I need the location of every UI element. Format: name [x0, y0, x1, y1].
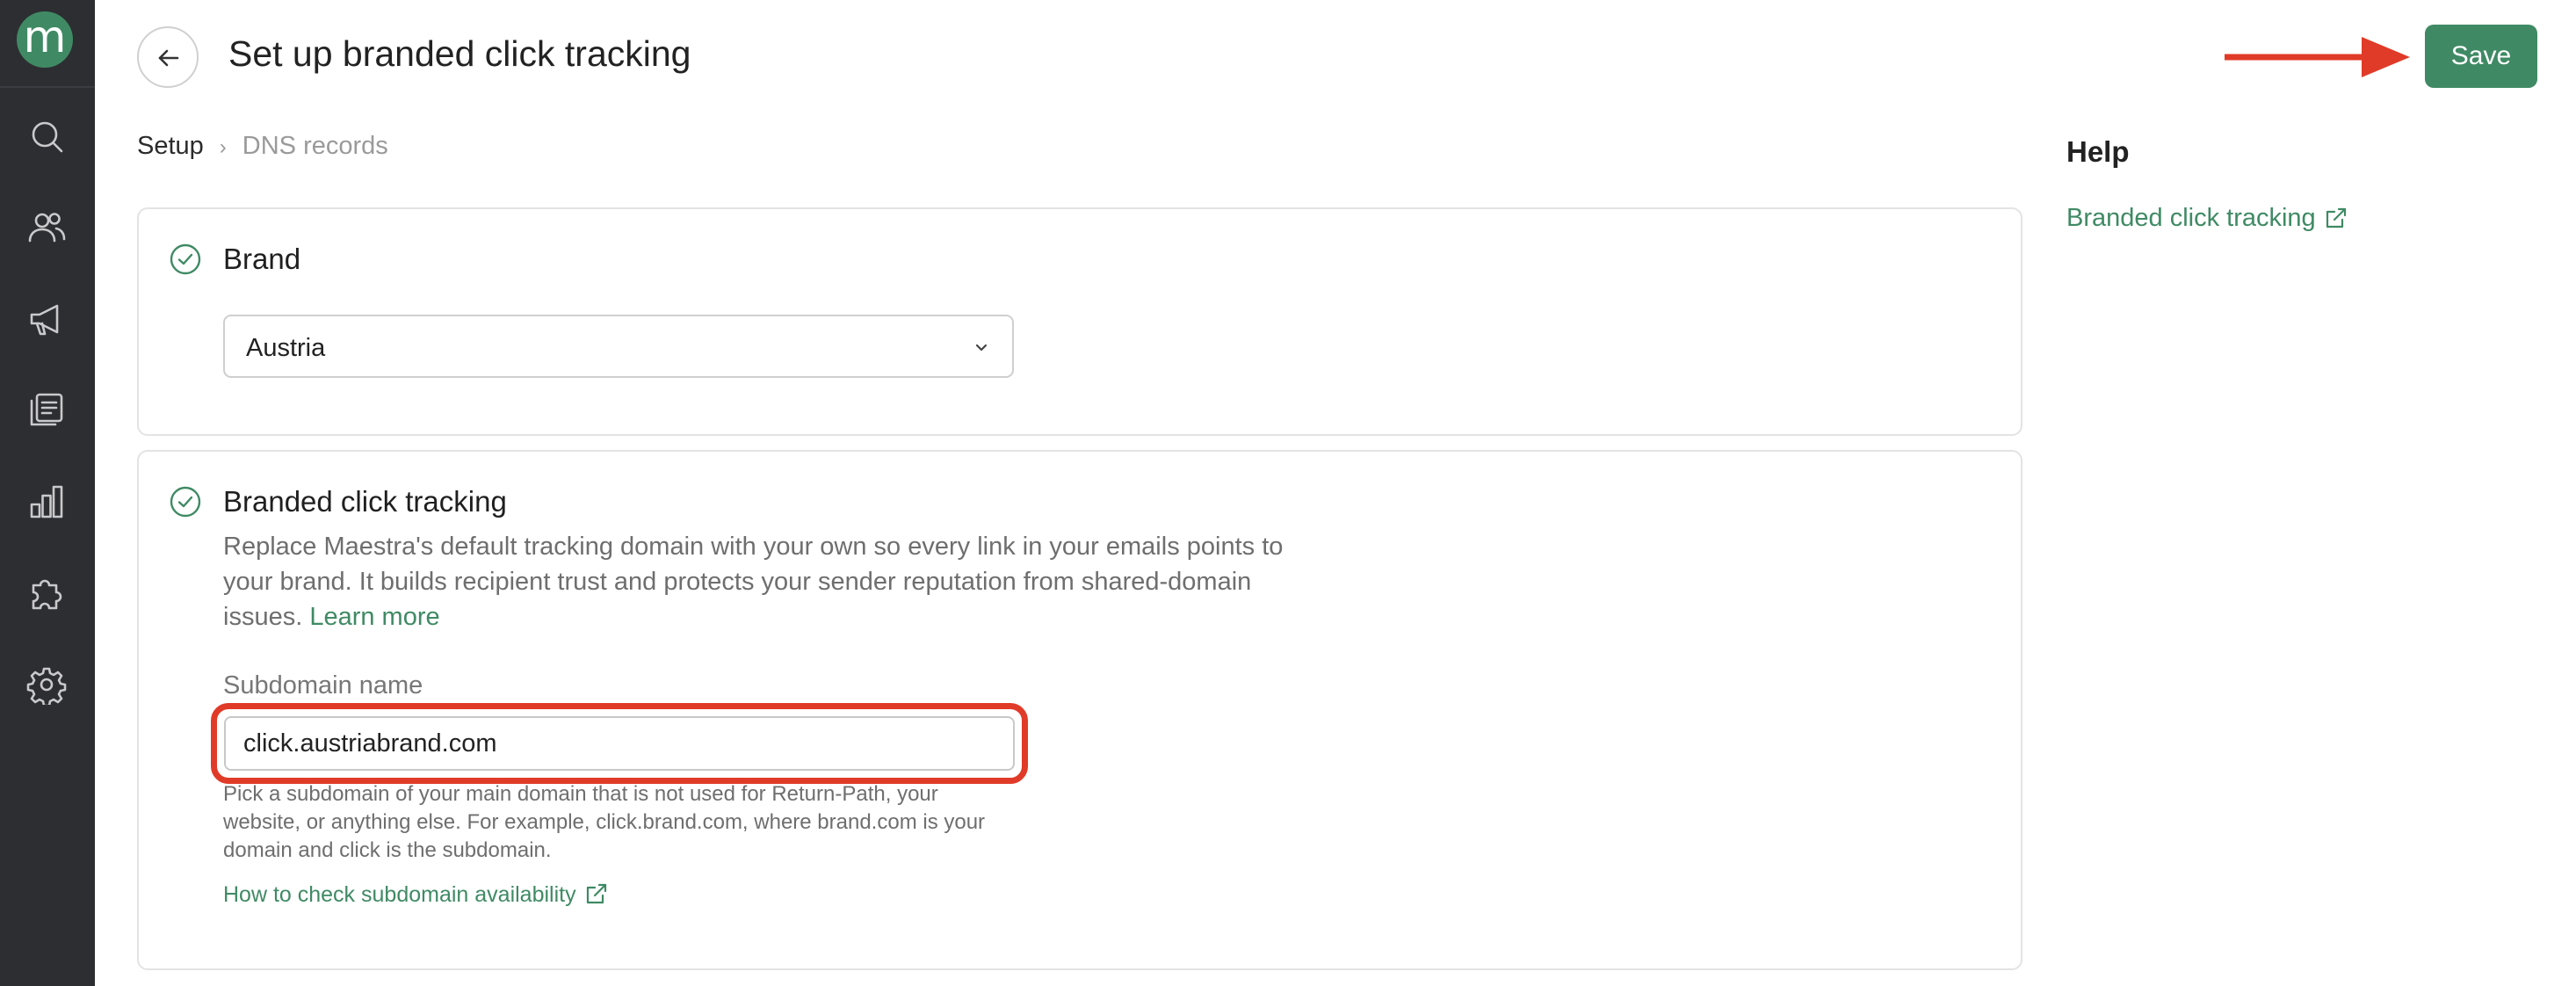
nav-users[interactable]: [26, 207, 67, 248]
nav-settings[interactable]: [26, 664, 67, 705]
tracking-description: Replace Maestra's default tracking domai…: [223, 533, 1284, 631]
arrow-left-icon: [158, 49, 179, 67]
brand-card: Brand Austria: [137, 207, 2022, 436]
check-circle-icon: [169, 485, 202, 518]
sidebar: m: [0, 0, 95, 986]
check-subdomain-link[interactable]: How to check subdomain availability: [223, 881, 610, 908]
chevron-down-icon: [975, 344, 988, 352]
external-link-icon: [2326, 207, 2346, 228]
brand-select[interactable]: Austria: [223, 315, 1014, 378]
back-button[interactable]: [137, 26, 199, 88]
help-title: Help: [2066, 135, 2130, 168]
analytics-icon: [30, 485, 63, 518]
breadcrumb-separator: ›: [219, 135, 227, 159]
app-logo[interactable]: m: [17, 11, 73, 68]
breadcrumb-dns-records[interactable]: DNS records: [242, 132, 388, 160]
save-button[interactable]: Save: [2425, 25, 2537, 88]
check-circle-icon: [169, 243, 202, 276]
integrations-icon: [32, 579, 62, 610]
sidebar-divider: [0, 86, 95, 88]
external-link-icon: [586, 883, 606, 904]
megaphone-icon: [30, 304, 59, 336]
settings-icon: [26, 667, 67, 705]
nav-search[interactable]: [26, 116, 67, 156]
brand-title: Brand: [223, 243, 301, 275]
learn-more-link[interactable]: Learn more: [309, 603, 439, 631]
tracking-title: Branded click tracking: [223, 485, 507, 518]
highlight-box: [211, 703, 1028, 784]
subdomain-hint: Pick a subdomain of your main domain tha…: [223, 782, 986, 862]
subdomain-input[interactable]: [224, 716, 1015, 771]
breadcrumb: Setup › DNS records: [137, 132, 388, 161]
brand-select-value: Austria: [246, 334, 326, 362]
nav-content[interactable]: [26, 390, 67, 431]
content-icon: [30, 393, 63, 426]
branded-click-tracking-card: Branded click tracking Replace Maestra's…: [137, 450, 2022, 970]
users-icon: [28, 213, 66, 243]
subdomain-label: Subdomain name: [223, 671, 423, 700]
annotation-arrow-icon: [2225, 37, 2410, 77]
nav-analytics[interactable]: [26, 482, 67, 522]
check-subdomain-link-text: How to check subdomain availability: [223, 882, 576, 907]
search-icon: [32, 121, 63, 153]
breadcrumb-setup[interactable]: Setup: [137, 132, 204, 160]
help-link-branded-click-tracking[interactable]: Branded click tracking: [2066, 204, 2349, 233]
nav-campaigns[interactable]: [26, 299, 67, 339]
nav-integrations[interactable]: [26, 573, 67, 613]
help-link-text: Branded click tracking: [2066, 204, 2316, 232]
page-title: Set up branded click tracking: [228, 33, 691, 74]
